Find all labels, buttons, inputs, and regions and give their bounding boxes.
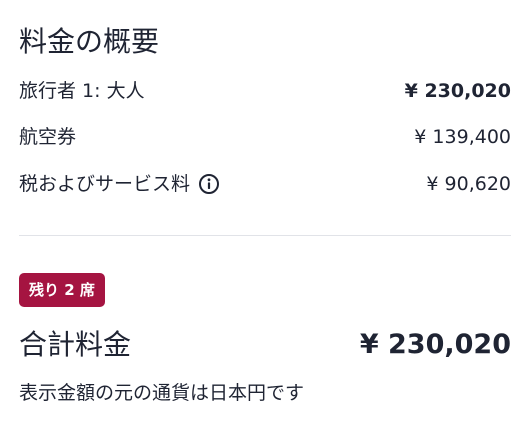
info-icon[interactable] [198,173,220,195]
seats-left-badge: 残り 2 席 [19,273,105,307]
taxes-row: 税およびサービス料 ¥ 90,620 [19,170,511,198]
airfare-label: 航空券 [19,126,77,148]
traveler-label: 旅行者 1: 大人 [19,80,145,102]
divider [19,235,511,236]
taxes-label: 税およびサービス料 [19,173,191,195]
taxes-amount: ¥ 90,620 [426,173,511,195]
airfare-amount: ¥ 139,400 [414,126,511,148]
total-label: 合計料金 [19,328,132,361]
price-summary-title: 料金の概要 [19,25,160,58]
traveler-amount: ¥ 230,020 [404,80,511,102]
total-row: 合計料金 ¥ 230,020 [19,323,511,367]
currency-note: 表示金額の元の通貨は日本円です [19,382,305,404]
price-summary-panel: 料金の概要 旅行者 1: 大人 ¥ 230,020 航空券 ¥ 139,400 … [0,0,532,438]
total-amount: ¥ 230,020 [359,329,511,360]
airfare-row: 航空券 ¥ 139,400 [19,123,511,151]
traveler-row: 旅行者 1: 大人 ¥ 230,020 [19,77,511,105]
taxes-label-group: 税およびサービス料 [19,170,220,198]
